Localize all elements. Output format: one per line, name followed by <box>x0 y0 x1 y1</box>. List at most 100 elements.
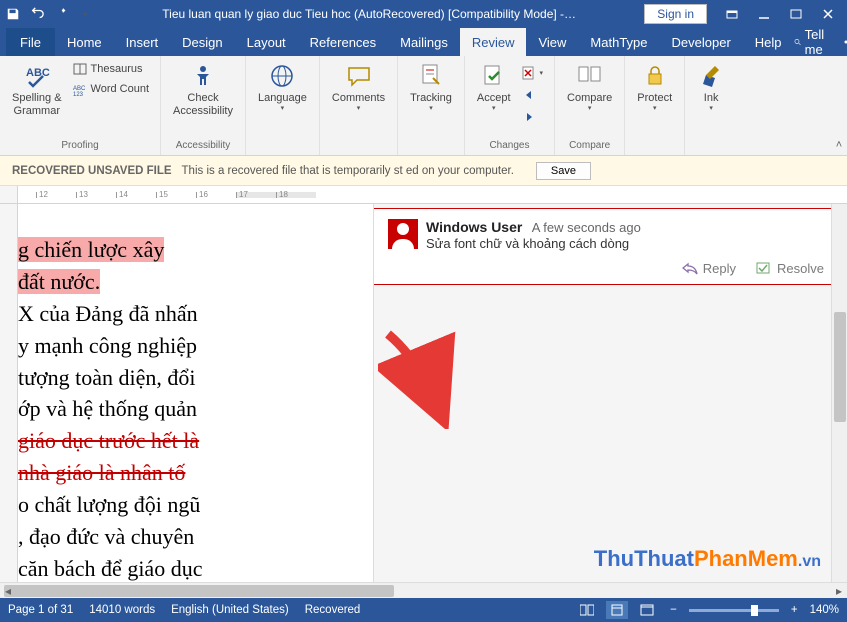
page-number-status[interactable]: Page 1 of 31 <box>8 604 73 616</box>
save-icon[interactable] <box>4 5 22 23</box>
infobar-save-button[interactable]: Save <box>536 162 591 180</box>
qat-dropdown-icon[interactable]: ▾ <box>76 5 94 23</box>
print-layout-icon[interactable] <box>606 601 628 619</box>
tab-developer[interactable]: Developer <box>660 28 743 56</box>
reject-button[interactable]: ▾ <box>519 64 547 82</box>
proofing-group-label: Proofing <box>61 138 98 151</box>
tab-insert[interactable]: Insert <box>114 28 171 56</box>
redo-icon[interactable] <box>52 5 70 23</box>
resolve-button[interactable]: Resolve <box>756 261 824 276</box>
tell-me-label: Tell me <box>805 27 829 57</box>
watermark-logo: ThuThuatPhanMem.vn <box>594 546 821 572</box>
zoom-in-button[interactable]: + <box>787 604 802 616</box>
document-page[interactable]: g chiến lược xâyđất nước.X của Đảng đã n… <box>18 204 373 582</box>
tracking-button[interactable]: Tracking▾ <box>406 60 456 116</box>
ribbon-group-language: Language▾ <box>246 56 320 155</box>
zoom-out-button[interactable]: − <box>666 604 681 616</box>
tab-home[interactable]: Home <box>55 28 114 56</box>
tab-design[interactable]: Design <box>170 28 234 56</box>
tab-mathtype[interactable]: MathType <box>578 28 659 56</box>
ribbon-group-ink: Ink▾ <box>685 56 737 155</box>
horizontal-ruler[interactable]: 12 13 14 15 16 17 18 <box>0 186 847 204</box>
accept-button[interactable]: Accept▾ <box>473 60 515 116</box>
document-line[interactable]: y mạnh công nghiệp <box>18 330 363 362</box>
tab-references[interactable]: References <box>298 28 388 56</box>
spelling-grammar-button[interactable]: ABC Spelling & Grammar <box>8 60 66 120</box>
tab-mailings[interactable]: Mailings <box>388 28 460 56</box>
scrollbar-thumb[interactable] <box>834 312 846 422</box>
protect-button[interactable]: Protect▾ <box>633 60 676 116</box>
undo-icon[interactable] <box>28 5 46 23</box>
window-controls <box>717 3 843 25</box>
reply-button[interactable]: Reply <box>682 261 736 276</box>
vertical-ruler[interactable] <box>0 204 18 582</box>
scroll-right-icon[interactable]: ▸ <box>831 583 847 599</box>
language-status[interactable]: English (United States) <box>171 604 289 616</box>
ink-button[interactable]: Ink▾ <box>693 60 729 116</box>
tell-me-search[interactable]: Tell me <box>794 27 830 57</box>
tab-view[interactable]: View <box>526 28 578 56</box>
infobar-title: RECOVERED UNSAVED FILE <box>12 165 172 177</box>
document-line[interactable]: o chất lượng đội ngũ <box>18 489 363 521</box>
comment-author: Windows User <box>426 219 522 235</box>
document-line[interactable]: giáo dục trước hết là <box>18 425 363 457</box>
ribbon: ABC Spelling & Grammar Thesaurus ABC123W… <box>0 56 847 156</box>
close-icon[interactable] <box>813 3 843 25</box>
minimize-icon[interactable] <box>749 3 779 25</box>
ribbon-group-comments: Comments▾ <box>320 56 398 155</box>
document-line[interactable]: căn bách để giáo dục <box>18 553 363 582</box>
zoom-level[interactable]: 140% <box>810 604 839 616</box>
vertical-scrollbar[interactable] <box>831 204 847 582</box>
document-line[interactable]: , đạo đức và chuyên <box>18 521 363 553</box>
word-count-button[interactable]: ABC123Word Count <box>70 80 153 98</box>
maximize-icon[interactable] <box>781 3 811 25</box>
ribbon-group-changes: Accept▾ ▾ Changes <box>465 56 555 155</box>
ribbon-group-protect: Protect▾ <box>625 56 685 155</box>
word-count-status[interactable]: 14010 words <box>89 604 155 616</box>
document-line[interactable]: nhà giáo là nhân tố <box>18 457 363 489</box>
scroll-left-icon[interactable]: ◂ <box>0 583 16 599</box>
read-mode-icon[interactable] <box>576 601 598 619</box>
document-line[interactable]: X của Đảng đã nhấn <box>18 298 363 330</box>
document-line[interactable]: tượng toàn diện, đổi <box>18 362 363 394</box>
prev-change-button[interactable] <box>519 86 547 104</box>
document-line[interactable]: đất nước. <box>18 266 363 298</box>
quick-access-toolbar: ▾ <box>4 5 94 23</box>
document-line[interactable]: g chiến lược xây <box>18 234 363 266</box>
ribbon-group-compare: Compare▾ Compare <box>555 56 625 155</box>
zoom-slider-thumb[interactable] <box>751 605 758 616</box>
scrollbar-thumb[interactable] <box>4 585 394 597</box>
comment-card[interactable]: Windows User A few seconds ago Sửa font … <box>374 208 839 285</box>
zoom-slider[interactable] <box>689 609 779 612</box>
share-button[interactable]: Share <box>843 35 847 50</box>
ruler-corner <box>0 186 18 204</box>
spelling-label: Spelling & Grammar <box>12 92 62 118</box>
thesaurus-button[interactable]: Thesaurus <box>70 60 153 78</box>
next-change-button[interactable] <box>519 108 547 126</box>
svg-text:ABC: ABC <box>26 67 50 79</box>
status-bar: Page 1 of 31 14010 words English (United… <box>0 598 847 622</box>
recovered-file-infobar: RECOVERED UNSAVED FILE This is a recover… <box>0 156 847 186</box>
collapse-ribbon-icon[interactable]: ˄ <box>831 56 847 155</box>
tab-review[interactable]: Review <box>460 28 527 56</box>
horizontal-scrollbar[interactable]: ◂ ▸ <box>0 582 847 598</box>
infobar-message: This is a recovered file that is tempora… <box>182 165 514 177</box>
ribbon-tabs: File Home Insert Design Layout Reference… <box>0 28 847 56</box>
tab-help[interactable]: Help <box>743 28 794 56</box>
window-title: Tieu luan quan ly giao duc Tieu hoc (Aut… <box>94 7 644 21</box>
tab-layout[interactable]: Layout <box>235 28 298 56</box>
recovered-status[interactable]: Recovered <box>305 604 361 616</box>
compare-button[interactable]: Compare▾ <box>563 60 616 116</box>
ribbon-group-proofing: ABC Spelling & Grammar Thesaurus ABC123W… <box>0 56 161 155</box>
sign-in-button[interactable]: Sign in <box>644 4 707 24</box>
comments-button[interactable]: Comments▾ <box>328 60 389 116</box>
web-layout-icon[interactable] <box>636 601 658 619</box>
ribbon-display-icon[interactable] <box>717 3 747 25</box>
comment-text[interactable]: Sửa font chữ và khoảng cách dòng <box>426 236 641 251</box>
language-button[interactable]: Language▾ <box>254 60 311 116</box>
document-line[interactable]: ớp và hệ thống quản <box>18 393 363 425</box>
title-bar: ▾ Tieu luan quan ly giao duc Tieu hoc (A… <box>0 0 847 28</box>
check-accessibility-button[interactable]: Check Accessibility <box>169 60 237 120</box>
file-tab[interactable]: File <box>6 28 55 56</box>
comment-timestamp: A few seconds ago <box>532 220 641 235</box>
